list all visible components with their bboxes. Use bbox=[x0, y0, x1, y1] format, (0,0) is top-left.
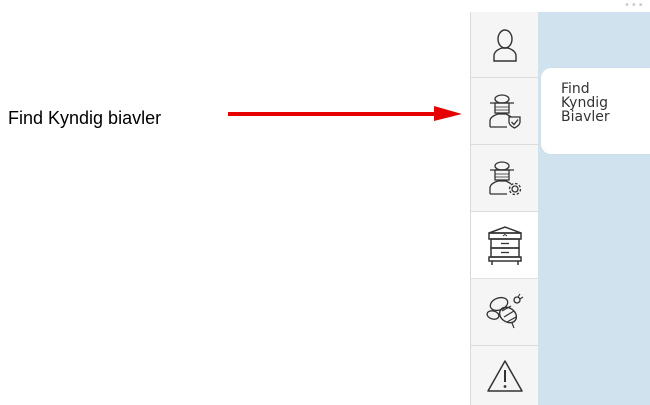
annotation-label: Find Kyndig biavler bbox=[8, 108, 162, 128]
nav-item-beekeeper-settings[interactable] bbox=[471, 145, 539, 212]
overflow-dots-icon: ••• bbox=[624, 0, 645, 11]
red-arrow bbox=[228, 106, 462, 121]
sidebar-nav bbox=[470, 12, 539, 405]
bee-icon bbox=[486, 293, 524, 329]
beekeeper-shield-icon bbox=[489, 94, 521, 129]
beehive-icon bbox=[488, 226, 522, 265]
beekeeper-gear-icon bbox=[489, 161, 522, 196]
nav-item-find-beekeeper[interactable] bbox=[471, 78, 539, 145]
nav-item-beehive[interactable] bbox=[471, 212, 539, 279]
tooltip-line: Kyndig bbox=[561, 95, 608, 111]
warning-icon bbox=[487, 359, 523, 392]
nav-item-profile[interactable] bbox=[471, 12, 539, 78]
nav-item-alerts[interactable] bbox=[471, 346, 539, 405]
nav-item-bee[interactable] bbox=[471, 279, 539, 346]
person-icon bbox=[493, 28, 517, 62]
tooltip-line: Biavler bbox=[561, 109, 610, 125]
nav-tooltip: Find Kyndig Biavler bbox=[541, 68, 650, 154]
tooltip-line: Find bbox=[561, 81, 590, 97]
